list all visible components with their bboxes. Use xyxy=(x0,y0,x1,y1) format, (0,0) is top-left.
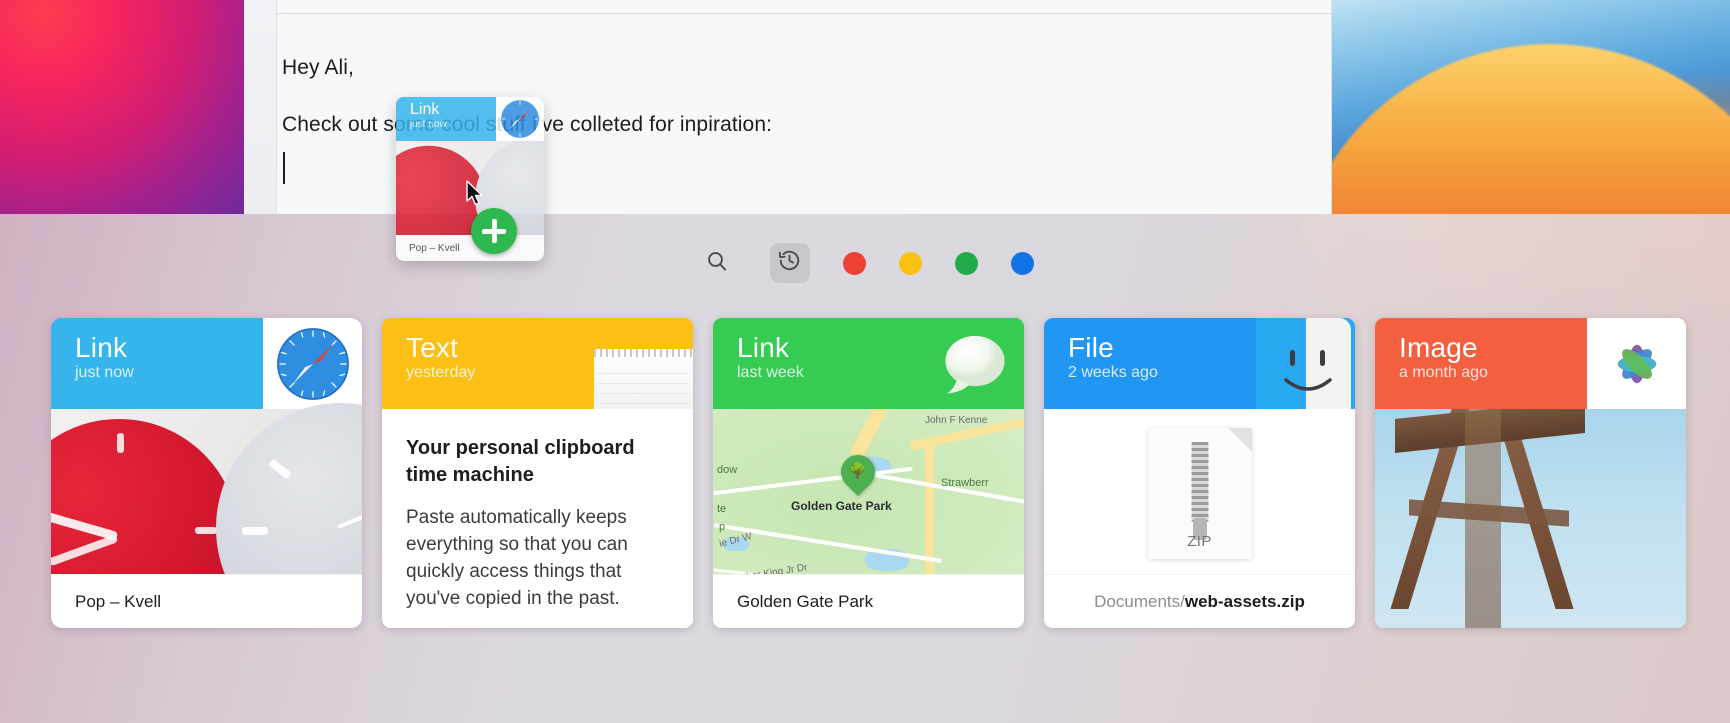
wallpaper-left-gradient xyxy=(0,0,244,214)
zip-file-icon: ZIP xyxy=(1147,428,1252,559)
search-icon xyxy=(705,249,729,278)
card-file-name: web-assets.zip xyxy=(1184,591,1305,611)
color-filter-blue[interactable] xyxy=(1010,251,1034,275)
clipboard-card-link-golden-gate-park[interactable]: Link last week 🌳 Golden Gate Park dow te… xyxy=(713,318,1024,628)
card-footer: Pop – Kvell xyxy=(51,574,362,628)
compose-divider xyxy=(277,13,1331,14)
card-header: Link last week xyxy=(713,318,1024,409)
paste-panel: Link just now Pop – Kvell Text yesterday… xyxy=(0,214,1730,723)
card-source-label: Pop – Kvell xyxy=(75,591,161,611)
card-header: Text yesterday xyxy=(382,318,693,409)
card-preview-eiffel xyxy=(1375,409,1686,628)
paste-toolbar xyxy=(0,240,1730,286)
clipboard-card-text-snippet[interactable]: Text yesterday Your personal clipboard t… xyxy=(382,318,693,628)
color-filter-yellow[interactable] xyxy=(898,251,922,275)
drag-preview-card[interactable]: Link just now Pop – Kvell xyxy=(396,97,544,261)
file-type-label: ZIP xyxy=(1187,533,1212,550)
map-label-p: p xyxy=(719,521,726,533)
safari-icon xyxy=(263,318,362,409)
card-header: File 2 weeks ago xyxy=(1044,318,1355,409)
map-label-meadow: dow xyxy=(717,464,738,476)
search-button[interactable] xyxy=(697,243,737,283)
safari-icon xyxy=(496,97,544,141)
card-footer: Golden Gate Park xyxy=(713,574,1024,628)
wallpaper-right-gradient xyxy=(1330,0,1730,214)
clipboard-card-file-zip[interactable]: File 2 weeks ago ZIP Documents/ web-asse… xyxy=(1044,318,1355,628)
card-header: Link just now xyxy=(51,318,362,409)
color-filter-green[interactable] xyxy=(954,251,978,275)
map-pin-label: Golden Gate Park xyxy=(791,499,892,513)
email-greeting-text: Hey Ali, xyxy=(282,56,354,79)
text-caret xyxy=(283,152,285,184)
drag-card-header: Link just now xyxy=(396,97,544,141)
plus-badge-icon xyxy=(471,208,517,254)
arrow-cursor xyxy=(466,180,486,208)
clipboard-card-image-eiffel[interactable]: Image a month ago xyxy=(1375,318,1686,628)
card-header: Image a month ago xyxy=(1375,318,1686,409)
photos-icon xyxy=(1587,318,1686,409)
text-snippet-body: Paste automatically keeps everything so … xyxy=(406,507,628,609)
clipboard-card-link-pop-kvell[interactable]: Link just now Pop – Kvell xyxy=(51,318,362,628)
map-street-kennedy: John F Kenne xyxy=(925,415,988,426)
text-snippet-title: Your personal clipboard time machine xyxy=(406,437,635,486)
card-source-label: Golden Gate Park xyxy=(737,591,874,611)
history-clock-icon xyxy=(777,248,802,278)
color-filter-red[interactable] xyxy=(842,251,866,275)
card-preview-text: Your personal clipboard time machine Pas… xyxy=(382,409,693,628)
clipboard-card-row: Link just now Pop – Kvell Text yesterday… xyxy=(0,318,1730,634)
map-label-te: te xyxy=(717,503,727,515)
card-footer: Documents/web-assets.zip xyxy=(1044,574,1355,628)
history-button[interactable] xyxy=(769,243,810,283)
notes-icon xyxy=(594,318,693,409)
drag-card-source-label: Pop – Kvell xyxy=(396,235,544,261)
card-path-prefix: Documents/ xyxy=(1094,591,1185,611)
map-label-strawberry: Strawberr xyxy=(941,477,989,489)
messages-icon xyxy=(925,318,1024,409)
finder-icon xyxy=(1256,318,1355,409)
